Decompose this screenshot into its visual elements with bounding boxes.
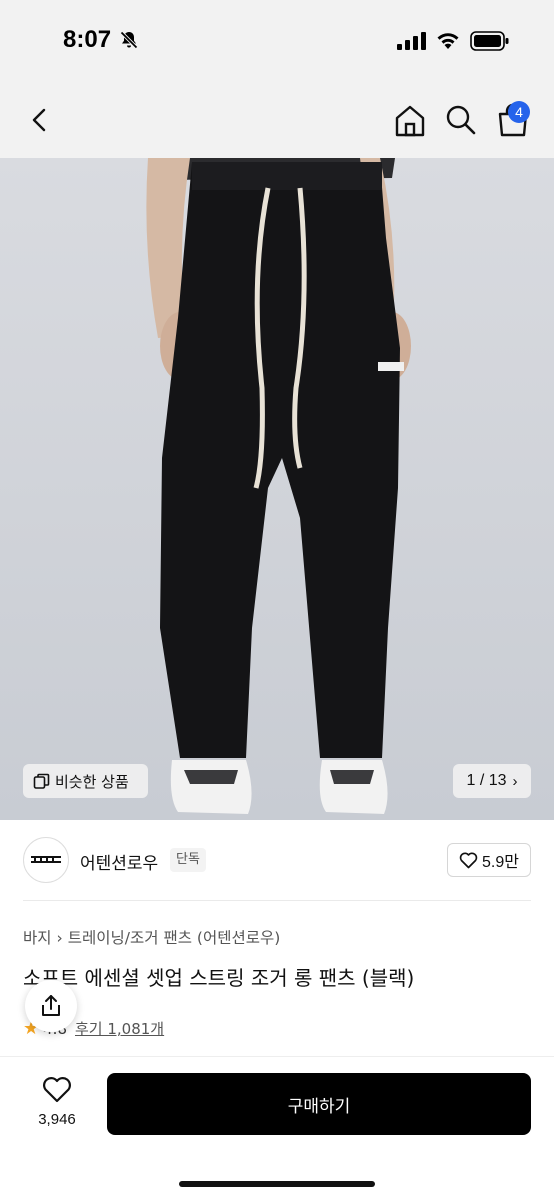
nav-bar [0, 84, 554, 158]
reviews-link[interactable]: 후기 1,081개 [75, 1018, 164, 1039]
search-icon[interactable] [442, 101, 480, 139]
copy-squares-icon [33, 773, 50, 789]
share-button[interactable] [25, 980, 77, 1032]
brand-name[interactable]: 어텐션로우 [80, 849, 158, 874]
divider [23, 900, 531, 901]
image-pager-button[interactable]: 1 / 13 › [453, 764, 531, 798]
status-time: 8:07 [63, 26, 112, 53]
similar-products-button[interactable]: 비슷한 상품 [23, 764, 148, 798]
bell-off-icon [120, 31, 138, 49]
brand-like-button[interactable]: 5.9만 [447, 843, 531, 877]
wishlist-button[interactable]: 3,946 [22, 1076, 92, 1128]
home-indicator [179, 1181, 375, 1187]
exclusive-badge: 단독 [170, 848, 206, 872]
product-image[interactable] [0, 158, 554, 820]
heart-icon [43, 1077, 71, 1103]
cart-count-badge: 4 [508, 101, 530, 123]
breadcrumb-item[interactable]: 바지 [23, 929, 52, 947]
wifi-icon [437, 33, 459, 49]
status-bar: 8:07 [0, 0, 554, 84]
brand-like-count: 5.9만 [482, 854, 519, 871]
battery-icon [470, 31, 509, 51]
brand-logo-mark-icon [31, 856, 61, 863]
cellular-signal-icon [397, 32, 426, 50]
breadcrumb: 바지 › 트레이닝/조거 팬츠 (어텐션로우) [23, 926, 280, 948]
image-pager-text: 1 / 13 [466, 772, 507, 789]
home-icon[interactable] [390, 101, 430, 141]
chevron-right-icon: › [512, 772, 518, 790]
back-arrow-icon[interactable] [22, 102, 58, 138]
product-title: 소프트 에센셜 셋업 스트링 조거 롱 팬츠 (블랙) [23, 966, 415, 990]
share-icon [42, 995, 60, 1016]
buy-button[interactable]: 구매하기 [107, 1073, 531, 1135]
heart-icon [459, 851, 478, 868]
breadcrumb-item[interactable]: 트레이닝/조거 팬츠 (어텐션로우) [68, 929, 281, 947]
chevron-right-icon: › [56, 929, 63, 947]
wishlist-count: 3,946 [38, 1111, 76, 1128]
brand-logo[interactable] [23, 837, 69, 883]
similar-products-label: 비슷한 상품 [55, 772, 129, 791]
product-photo-illustration [146, 158, 411, 814]
